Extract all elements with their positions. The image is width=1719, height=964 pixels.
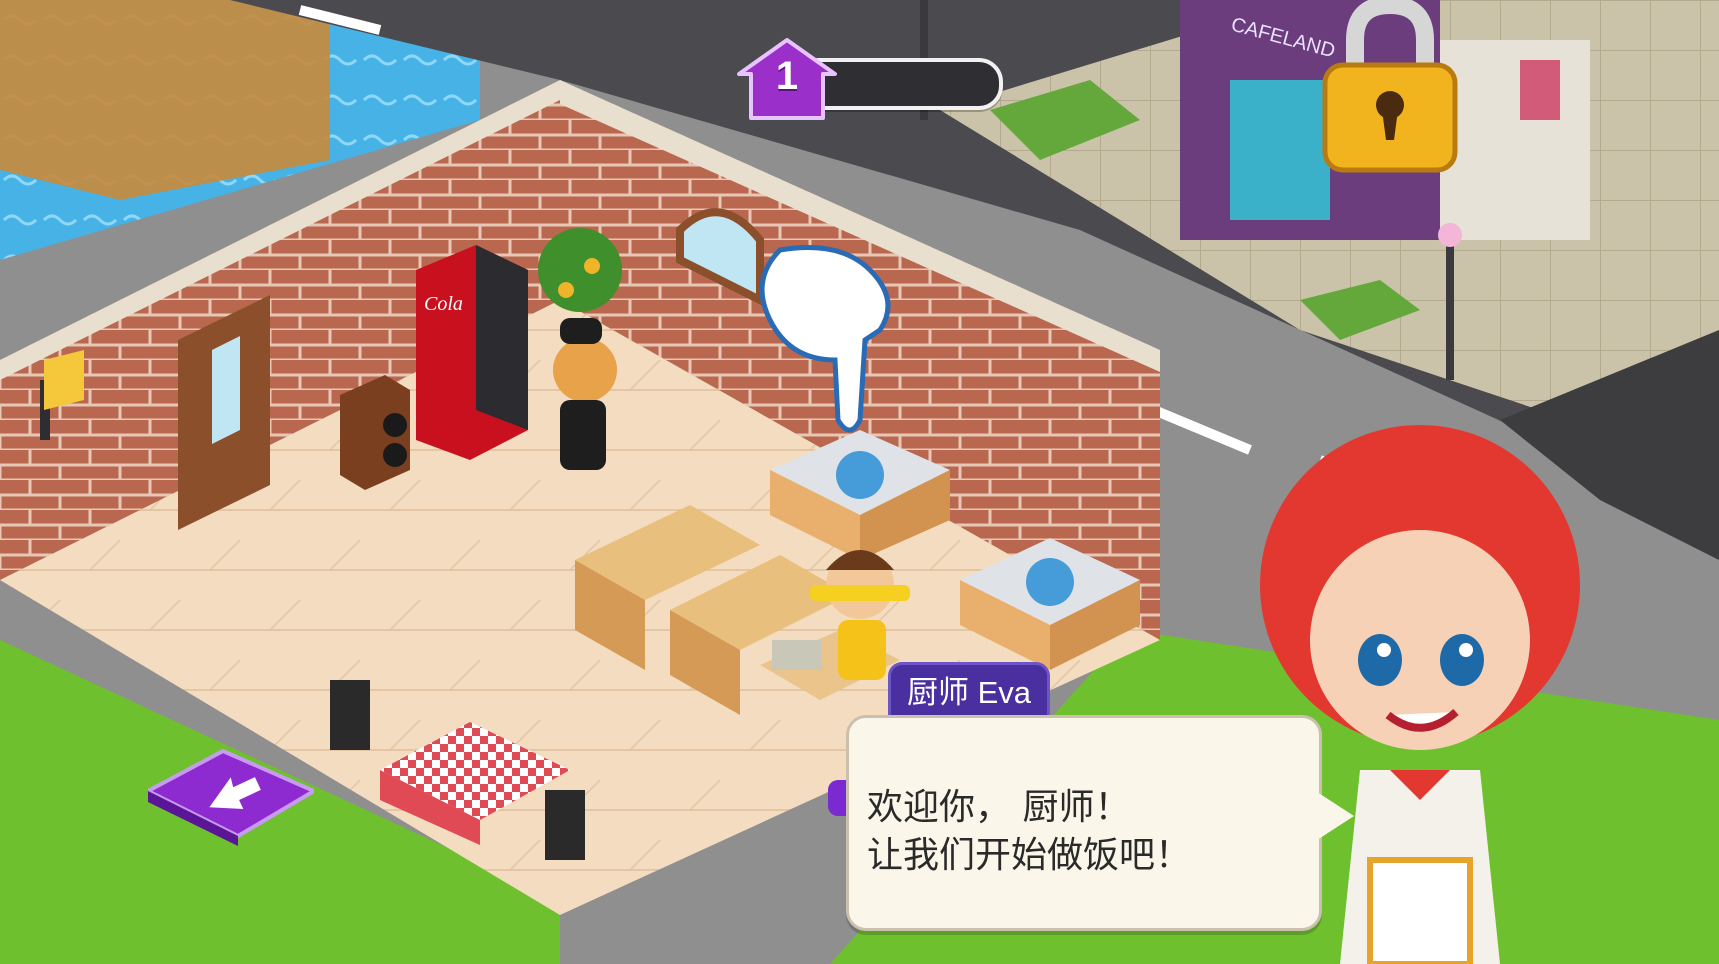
level-indicator: 1 (735, 38, 1005, 122)
dialog-bubble[interactable]: 欢迎你， 厨师！ 让我们开始做饭吧！ (846, 715, 1322, 931)
cash-register (772, 640, 822, 670)
chair-left[interactable] (330, 680, 370, 750)
dialog-line-2: 让我们开始做饭吧！ (867, 835, 1192, 876)
back-button[interactable] (148, 746, 314, 846)
chair-right[interactable] (545, 790, 585, 860)
potted-plant (538, 228, 622, 312)
speaker-name-tag: 厨师 Eva (888, 662, 1051, 721)
padlock-icon[interactable] (1300, 0, 1480, 180)
waiter-character (553, 338, 617, 402)
dialog-line-1: 欢迎你， 厨师！ (867, 787, 1131, 828)
level-number: 1 (775, 54, 799, 98)
dialog-bubble-tail (1314, 790, 1354, 842)
vending-brand-label: Cola (424, 293, 463, 315)
